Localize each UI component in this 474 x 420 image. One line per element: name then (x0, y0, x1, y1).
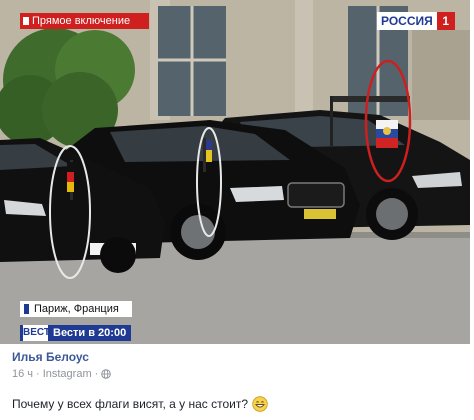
post-time[interactable]: 16 ч (12, 368, 33, 380)
author-name[interactable]: Илья Белоус (12, 350, 89, 364)
location-marker-icon (24, 304, 29, 314)
news-program-label: Вести в 20:00 (48, 325, 132, 341)
meta-separator: · (94, 368, 99, 380)
facebook-post: Прямое включение РОССИЯ 1 Париж, Франция… (0, 0, 474, 420)
scene-image (0, 0, 470, 344)
channel-name: РОССИЯ (377, 12, 437, 30)
live-banner-label: Прямое включение (32, 15, 131, 27)
channel-number: 1 (436, 12, 455, 30)
live-banner: Прямое включение (20, 13, 149, 29)
grinning-face-icon (252, 396, 268, 412)
channel-logo: РОССИЯ 1 (377, 12, 455, 30)
live-indicator-icon (23, 17, 29, 25)
globe-icon[interactable] (101, 369, 112, 379)
post-source[interactable]: Instagram (43, 368, 92, 380)
post-meta: 16 ч · Instagram · (12, 368, 112, 380)
news-logo: ВЕСТИ (20, 325, 57, 341)
location-caption: Париж, Франция (20, 301, 132, 317)
location-label: Париж, Франция (34, 303, 119, 315)
post-message: Почему у всех флаги висят, а у нас стоит… (12, 396, 268, 412)
meta-separator: · (36, 368, 40, 380)
video-frame[interactable]: Прямое включение РОССИЯ 1 Париж, Франция… (0, 0, 470, 344)
post-text: Почему у всех флаги висят, а у нас стоит… (12, 397, 248, 411)
news-program-bar: ВЕСТИ Вести в 20:00 (20, 325, 132, 341)
